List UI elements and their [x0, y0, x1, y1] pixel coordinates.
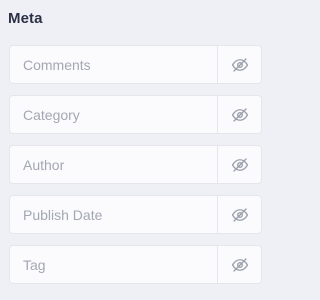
- meta-label-publish-date: Publish Date: [23, 206, 103, 223]
- meta-row-tag: Tag: [9, 245, 262, 284]
- eye-off-icon: [231, 107, 248, 122]
- eye-off-icon: [231, 157, 248, 172]
- meta-label-comments: Comments: [23, 56, 91, 73]
- meta-label-category: Category: [23, 106, 80, 123]
- eye-off-icon: [231, 207, 248, 222]
- meta-label-author: Author: [23, 156, 65, 173]
- meta-row-author: Author: [9, 145, 262, 184]
- meta-row-category: Category: [9, 95, 262, 134]
- visibility-toggle-comments[interactable]: [217, 46, 261, 83]
- eye-off-icon: [231, 257, 248, 272]
- meta-list: Comments Category Author Publish Date Ta…: [9, 45, 262, 295]
- visibility-toggle-publish-date[interactable]: [217, 196, 261, 233]
- visibility-toggle-category[interactable]: [217, 96, 261, 133]
- meta-label-tag: Tag: [23, 256, 46, 273]
- eye-off-icon: [231, 57, 248, 72]
- visibility-toggle-tag[interactable]: [217, 246, 261, 283]
- meta-row-comments: Comments: [9, 45, 262, 84]
- visibility-toggle-author[interactable]: [217, 146, 261, 183]
- section-title: Meta: [8, 10, 43, 27]
- meta-panel: Meta Comments Category Author Publish Da…: [0, 0, 271, 300]
- meta-row-publish-date: Publish Date: [9, 195, 262, 234]
